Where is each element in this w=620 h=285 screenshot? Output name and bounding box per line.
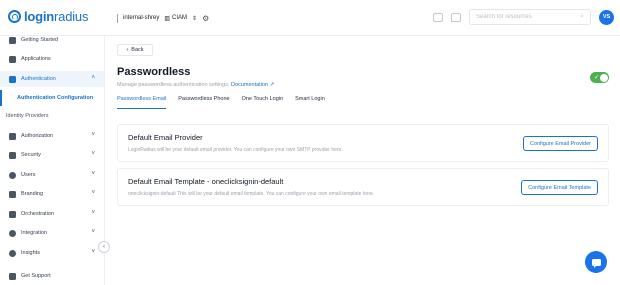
app-name: internal-shrey <box>123 15 160 21</box>
page-title: Passwordless <box>117 66 191 78</box>
chevron-down-icon: ˅ <box>91 229 95 235</box>
lock-icon <box>9 75 16 83</box>
panel-title: Default Email Provider <box>128 133 203 142</box>
logo-text-bold: login <box>24 9 55 24</box>
env-label: CIAM <box>172 15 188 21</box>
chevron-down-icon: ˅ <box>91 190 95 196</box>
logo-text-rest: radius <box>54 9 89 24</box>
sidebar-item-integration[interactable]: Integration ˅ <box>0 225 104 241</box>
sidebar-item-label: Getting Started <box>21 37 58 43</box>
search-box[interactable]: ⌕ <box>469 9 591 25</box>
page-subtitle: Manage passwordless authentication setti… <box>117 82 274 88</box>
top-right-tools: ⌕ VS <box>433 9 614 25</box>
support-icon <box>9 272 16 280</box>
sidebar-subitem-authentication-configuration[interactable]: Authentication Configuration <box>0 90 104 106</box>
top-bar: loginradius internal-shrey ▥ CIAM ⇕ ⚙ ⌕ … <box>0 0 620 36</box>
chevron-down-icon: ˅ <box>91 151 95 157</box>
key-icon <box>9 132 16 140</box>
user-avatar[interactable]: VS <box>599 9 614 25</box>
documentation-link-label: Documentation <box>231 82 269 88</box>
sidebar-subitem-label: Identity Providers <box>6 113 49 119</box>
sidebar-item-label: Authentication <box>21 76 56 82</box>
panel-description: oneclicksignin-default This will be your… <box>128 191 375 197</box>
sidebar-item-label: Branding <box>21 191 44 197</box>
search-icon[interactable]: ⌕ <box>580 13 584 21</box>
sidebar-item-insights[interactable]: Insights ˅ <box>0 245 104 261</box>
panel-title: Default Email Template - oneclicksignin-… <box>128 177 284 186</box>
email-template-panel: Default Email Template - oneclicksignin-… <box>117 168 609 206</box>
sidebar-item-label: Applications <box>21 56 51 62</box>
chevron-left-icon: ‹ <box>126 47 129 53</box>
tab-smart-login[interactable]: Smart Login <box>295 96 325 109</box>
sidebar-item-label: Get Support <box>21 273 51 279</box>
sidebar-item-orchestration[interactable]: Orchestration ˅ <box>0 206 104 222</box>
message-icon[interactable] <box>451 12 461 22</box>
environment-switcher[interactable]: internal-shrey ▥ CIAM ⇕ ⚙ <box>117 11 209 25</box>
subtitle-text: Manage passwordless authentication setti… <box>117 82 230 88</box>
sidebar-collapse-button[interactable]: ‹ <box>98 241 110 253</box>
back-button[interactable]: ‹ Back <box>117 44 153 56</box>
sidebar-item-authorization[interactable]: Authorization ˅ <box>0 128 104 144</box>
sidebar-item-applications[interactable]: Applications <box>0 51 104 67</box>
chevron-down-icon: ˅ <box>91 249 95 255</box>
divider <box>117 13 118 23</box>
building-icon: ▥ <box>164 15 171 22</box>
sidebar-item-label: Authorization <box>21 133 54 139</box>
sidebar: Getting Started Applications Authenticat… <box>0 36 105 285</box>
tab-bar: Passwordless Email Passwordless Phone On… <box>117 96 609 109</box>
chat-icon <box>591 258 601 268</box>
chart-icon <box>9 249 16 257</box>
documentation-link[interactable]: Documentation ↗ <box>231 82 274 88</box>
user-icon <box>9 171 16 179</box>
gear-icon[interactable]: ⚙ <box>202 14 209 23</box>
sidebar-subitem-identity-providers[interactable]: Identity Providers <box>0 108 104 124</box>
tab-passwordless-email[interactable]: Passwordless Email <box>117 96 167 109</box>
search-input[interactable] <box>476 14 571 20</box>
shield-icon <box>9 151 16 159</box>
sidebar-item-authentication[interactable]: Authentication ˄ <box>0 71 104 87</box>
flow-icon <box>9 210 16 218</box>
configure-email-template-button[interactable]: Configure Email Template <box>521 180 598 195</box>
sidebar-item-users[interactable]: Users ˅ <box>0 167 104 183</box>
brush-icon <box>9 190 16 198</box>
email-provider-panel: Default Email Provider LoginRadius will … <box>117 124 609 162</box>
sidebar-item-security[interactable]: Security ˅ <box>0 147 104 163</box>
sidebar-item-label: Integration <box>21 230 47 236</box>
back-label: Back <box>131 47 144 53</box>
panel-description: LoginRadius will be your default email p… <box>128 147 343 153</box>
chevron-down-icon: ˅ <box>91 171 95 177</box>
sidebar-item-get-support[interactable]: Get Support <box>0 268 104 284</box>
env-selector[interactable]: ▥ CIAM <box>164 15 187 22</box>
chevron-down-icon: ˅ <box>91 210 95 216</box>
sidebar-item-getting-started[interactable]: Getting Started <box>0 32 104 48</box>
sidebar-item-label: Security <box>21 152 41 158</box>
chat-support-button[interactable] <box>585 251 607 273</box>
rocket-icon <box>9 36 16 44</box>
chevron-up-icon: ˄ <box>91 75 95 81</box>
book-icon[interactable] <box>433 12 443 22</box>
chevron-updown-icon[interactable]: ⇕ <box>192 15 197 22</box>
sidebar-subitem-label: Authentication Configuration <box>17 95 94 101</box>
layers-icon <box>9 55 16 63</box>
passwordless-toggle[interactable] <box>590 72 609 83</box>
chevron-down-icon: ˅ <box>91 132 95 138</box>
sidebar-item-label: Orchestration <box>21 211 55 217</box>
check-icon: ✓ <box>594 75 600 81</box>
sidebar-item-branding[interactable]: Branding ˅ <box>0 186 104 202</box>
sidebar-item-label: Insights <box>21 250 40 256</box>
plug-icon <box>9 229 16 237</box>
configure-email-provider-button[interactable]: Configure Email Provider <box>522 136 598 151</box>
tab-passwordless-phone[interactable]: Passwordless Phone <box>178 96 229 109</box>
loginradius-logo[interactable]: loginradius <box>8 9 88 24</box>
tab-one-touch-login[interactable]: One Touch Login <box>242 96 284 109</box>
sidebar-item-label: Users <box>21 172 36 178</box>
logo-mark-icon <box>8 10 21 23</box>
